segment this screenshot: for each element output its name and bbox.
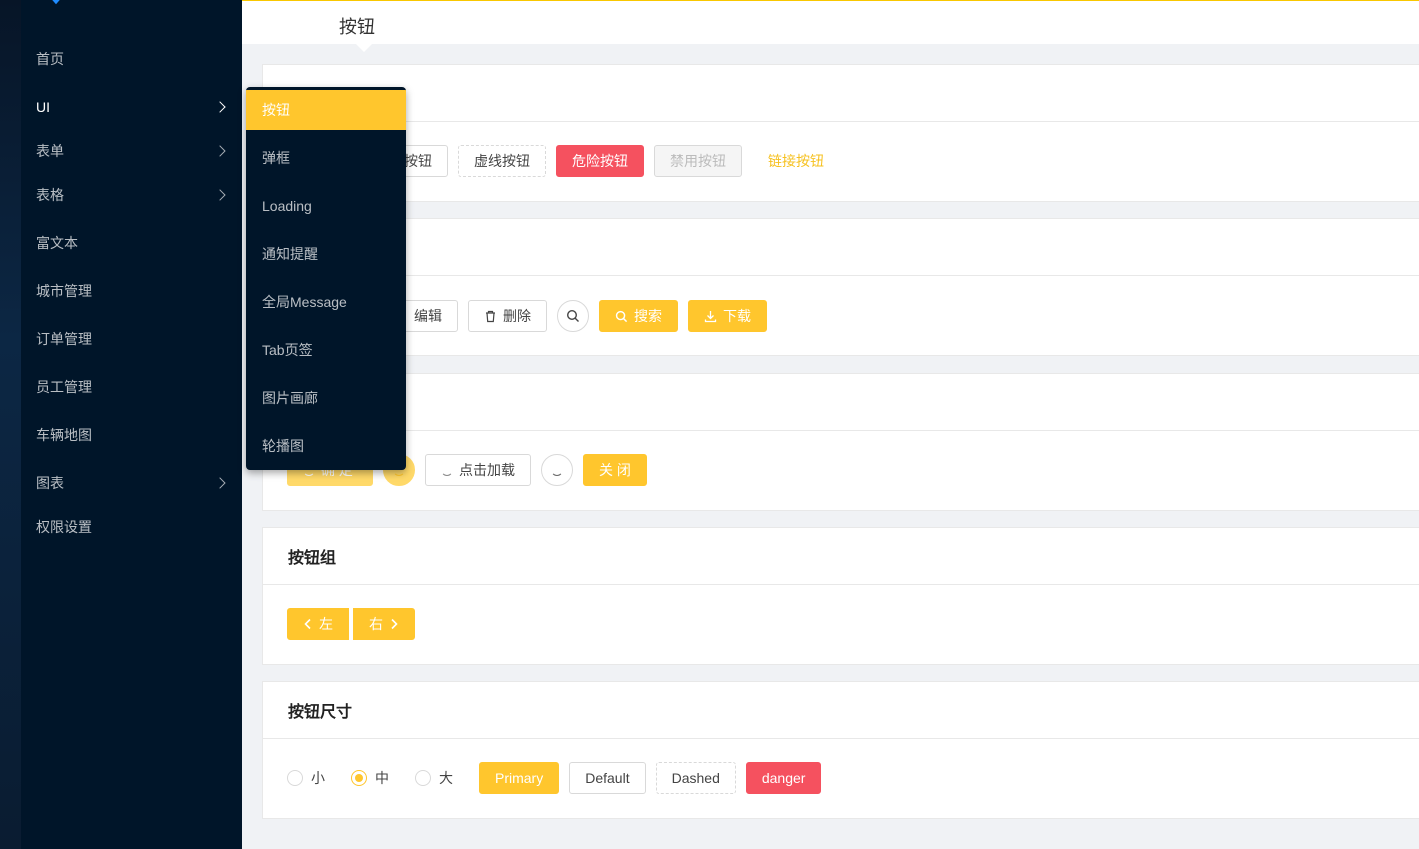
sidebar-item-permissions[interactable]: 权限设置	[21, 507, 242, 547]
size-radio-small[interactable]: 小	[287, 768, 325, 788]
sidebar-item-orders[interactable]: 订单管理	[21, 315, 242, 363]
sidebar-item-vehicle-map[interactable]: 车辆地图	[21, 411, 242, 459]
download-label: 下载	[723, 308, 751, 324]
loading-icon	[551, 464, 563, 476]
danger-button[interactable]: 危险按钮	[556, 145, 644, 177]
search-icon	[566, 309, 579, 322]
disabled-button: 禁用按钮	[654, 145, 742, 177]
size-radio-medium[interactable]: 中	[351, 768, 389, 788]
sidebar-item-label: 富文本	[36, 235, 78, 251]
sidebar-item-charts[interactable]: 图表	[21, 459, 242, 507]
submenu-item-tabs[interactable]: Tab页签	[246, 330, 406, 370]
sidebar-item-label: 权限设置	[36, 519, 92, 535]
breadcrumb-pointer	[356, 44, 372, 52]
logo-icon	[52, 0, 60, 5]
sidebar-item-label: UI	[36, 99, 50, 115]
submenu-item-loading[interactable]: Loading	[246, 186, 406, 226]
radio-label: 中	[375, 770, 389, 786]
right-label: 右	[369, 616, 383, 632]
radio-label: 大	[439, 770, 453, 786]
sidebar-item-staff[interactable]: 员工管理	[21, 363, 242, 411]
sidebar-item-table[interactable]: 表格	[21, 171, 242, 219]
edit-label: 编辑	[414, 308, 442, 324]
card-body: 确 定 点击加载 关 闭	[263, 431, 1419, 510]
card-button-group: 按钮组 左 右	[262, 527, 1419, 665]
card-basic-buttons: 按钮 虚线按钮 危险按钮 禁用按钮 链接按钮	[262, 64, 1419, 202]
chevron-left-icon	[304, 618, 311, 630]
submenu-item-notification[interactable]: 通知提醒	[246, 234, 406, 274]
radio-circle	[287, 770, 303, 786]
sidebar-item-ui[interactable]: UI	[21, 83, 242, 131]
loading-circle-default-button[interactable]	[541, 454, 573, 486]
download-button[interactable]: 下载	[688, 300, 767, 332]
chevron-right-icon	[391, 618, 398, 630]
sidebar-item-home[interactable]: 首页	[21, 35, 242, 83]
card-title: 按钮尺寸	[263, 682, 1419, 739]
card-header	[263, 65, 1419, 122]
chevron-right-icon	[214, 145, 226, 157]
card-body: 小 中 大 Primary Default Dashed danger	[263, 739, 1419, 818]
left-button[interactable]: 左	[287, 608, 349, 640]
loading-icon	[441, 464, 453, 476]
delete-button[interactable]: 删除	[468, 300, 547, 332]
left-label: 左	[319, 616, 333, 632]
size-radio-large[interactable]: 大	[415, 768, 453, 788]
card-title: 按钮组	[263, 528, 1419, 585]
sidebar-item-label: 城市管理	[36, 283, 92, 299]
search-button[interactable]: 搜索	[599, 300, 678, 332]
right-button[interactable]: 右	[353, 608, 415, 640]
sidebar-item-label: 表单	[36, 143, 64, 159]
danger-button[interactable]: danger	[745, 762, 822, 794]
page-title: 按钮	[339, 17, 375, 37]
chevron-right-icon	[214, 477, 226, 489]
radio-circle	[351, 770, 367, 786]
sidebar-item-label: 订单管理	[36, 331, 92, 347]
dashed-button[interactable]: 虚线按钮	[458, 145, 546, 177]
click-load-label: 点击加载	[459, 462, 515, 478]
card-body: 按钮 虚线按钮 危险按钮 禁用按钮 链接按钮	[263, 122, 1419, 201]
close-button[interactable]: 关 闭	[583, 454, 647, 486]
search-icon	[615, 310, 628, 322]
ui-submenu-popup: 按钮 弹框 Loading 通知提醒 全局Message Tab页签 图片画廊 …	[246, 87, 406, 470]
sidebar-item-label: 表格	[36, 187, 64, 203]
sidebar: 首页 UI 表单 表格 富文本 城市管理 订单管理 员工管理 车辆地图 图表 权…	[21, 0, 242, 849]
sidebar-menu: 首页 UI 表单 表格 富文本 城市管理 订单管理 员工管理 车辆地图 图表 权…	[21, 35, 242, 547]
default-button[interactable]: Default	[569, 762, 646, 794]
delete-label: 删除	[503, 308, 531, 324]
dashed-button[interactable]: Dashed	[655, 762, 736, 794]
radio-circle	[415, 770, 431, 786]
card-loading-buttons: 确 定 点击加载 关 闭	[262, 373, 1419, 511]
sidebar-item-label: 车辆地图	[36, 427, 92, 443]
radio-label: 小	[311, 770, 325, 786]
card-body: 左 右	[263, 585, 1419, 664]
chevron-right-icon	[214, 101, 226, 113]
sidebar-item-form[interactable]: 表单	[21, 131, 242, 171]
primary-button[interactable]: Primary	[479, 762, 560, 794]
submenu-item-buttons[interactable]: 按钮	[246, 90, 406, 130]
link-button[interactable]: 链接按钮	[752, 145, 840, 177]
card-header	[263, 374, 1419, 431]
submenu-item-message[interactable]: 全局Message	[246, 282, 406, 322]
submenu-item-gallery[interactable]: 图片画廊	[246, 378, 406, 418]
submenu-item-carousel[interactable]: 轮播图	[246, 426, 406, 466]
sidebar-item-label: 图表	[36, 475, 64, 491]
top-bar: 按钮	[242, 0, 1419, 52]
left-edge-strip	[0, 0, 21, 849]
download-icon	[704, 310, 717, 322]
sidebar-item-label: 员工管理	[36, 379, 92, 395]
card-icon-buttons: 编辑 删除 搜索 下载	[262, 218, 1419, 356]
button-group: 左 右	[287, 608, 415, 640]
sidebar-item-city[interactable]: 城市管理	[21, 267, 242, 315]
sidebar-item-label: 首页	[36, 51, 64, 67]
search-label: 搜索	[634, 308, 662, 324]
chevron-right-icon	[214, 189, 226, 201]
delete-icon	[486, 310, 495, 322]
card-body: 编辑 删除 搜索 下载	[263, 276, 1419, 356]
click-load-button[interactable]: 点击加载	[425, 454, 531, 486]
sidebar-item-rich-text[interactable]: 富文本	[21, 219, 242, 267]
card-button-size: 按钮尺寸 小 中 大 Primary Default Dashed danger	[262, 681, 1419, 819]
submenu-item-modal[interactable]: 弹框	[246, 138, 406, 178]
search-circle-button[interactable]	[557, 300, 589, 332]
card-header	[263, 219, 1419, 276]
